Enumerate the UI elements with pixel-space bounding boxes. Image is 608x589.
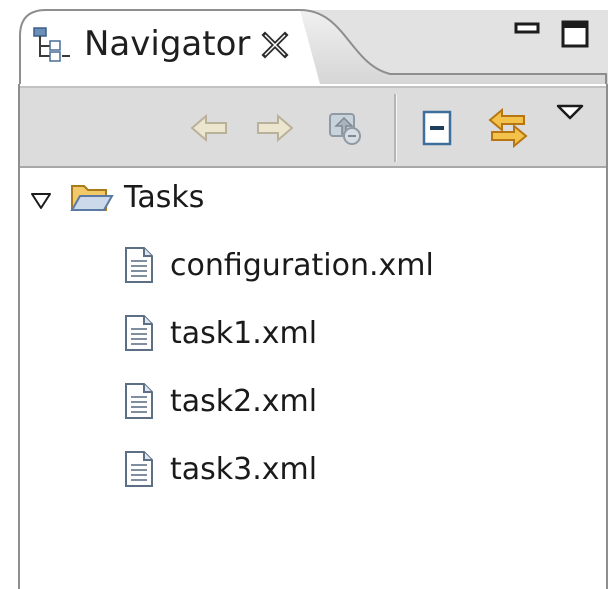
expanded-twisty-icon[interactable] <box>30 192 52 210</box>
view-frame-left <box>18 84 20 589</box>
open-folder-icon <box>70 185 114 211</box>
minimize-icon[interactable] <box>510 16 544 50</box>
tree-item-label: task2.xml <box>170 384 318 419</box>
toolbar-separator <box>394 94 396 162</box>
tree-item-file[interactable]: task3.xml <box>124 440 604 500</box>
tree-item-file[interactable]: task2.xml <box>124 372 604 432</box>
view-menu-icon[interactable] <box>552 98 588 126</box>
tree-item-label: task1.xml <box>170 316 318 351</box>
collapse-all-icon[interactable] <box>414 106 458 150</box>
tab-strip: Navigator <box>0 0 608 84</box>
tree-item-tasks[interactable]: Tasks <box>20 168 608 228</box>
file-icon <box>125 315 153 351</box>
view-toolbar <box>20 86 608 168</box>
tree-item-label: Tasks <box>124 180 205 215</box>
link-with-editor-icon[interactable] <box>486 106 530 150</box>
file-icon <box>125 383 153 419</box>
close-icon[interactable] <box>260 30 290 60</box>
tree-item-label: task3.xml <box>170 452 318 487</box>
tab-title: Navigator <box>84 24 251 64</box>
navigator-icon <box>33 27 70 62</box>
file-icon <box>125 451 153 487</box>
forward-arrow-icon[interactable] <box>252 106 296 150</box>
tree-item-label: configuration.xml <box>170 248 434 283</box>
file-icon <box>125 247 153 283</box>
navigator-view: Navigator Tasks configuration.xml task1.… <box>0 0 608 589</box>
tree-item-file[interactable]: task1.xml <box>124 304 604 364</box>
maximize-icon[interactable] <box>558 16 592 50</box>
tree-item-file[interactable]: configuration.xml <box>124 236 604 296</box>
navigator-tree: Tasks configuration.xml task1.xml task2.… <box>20 168 608 589</box>
up-folder-icon[interactable] <box>322 106 366 150</box>
back-arrow-icon[interactable] <box>188 106 232 150</box>
